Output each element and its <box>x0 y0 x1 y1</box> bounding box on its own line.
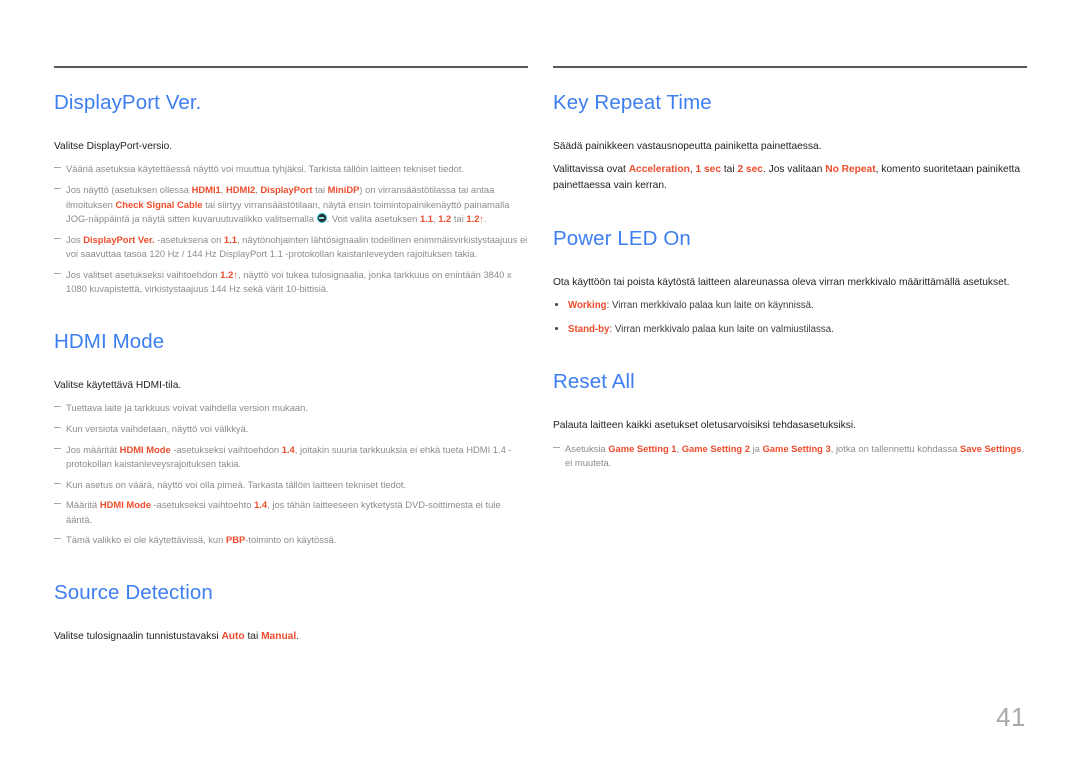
note-item: Jos valitset asetukseksi vaihtoehdon 1.2… <box>54 268 528 297</box>
section-lead: Palauta laitteen kaikki asetukset oletus… <box>553 419 856 431</box>
page-number: 41 <box>996 702 1026 732</box>
note-item: Määritä HDMI Mode -asetukseksi vaihtoeht… <box>54 498 528 527</box>
highlighted-term: 1.1 <box>223 233 237 245</box>
highlighted-term: MiniDP <box>327 183 360 195</box>
list-item: Stand-by: Virran merkkivalo palaa kun la… <box>553 322 1027 337</box>
bullet-list: Working: Virran merkkivalo palaa kun lai… <box>553 298 1027 337</box>
section-title-displayport-ver: DisplayPort Ver. <box>54 91 202 114</box>
note-item: Kun versiota vaihdetaan, näyttö voi välk… <box>54 422 528 437</box>
highlighted-term: Manual <box>261 630 297 642</box>
note-item: Jos näyttö (asetuksen ollessa HDMI1, HDM… <box>54 183 528 227</box>
highlighted-term: 2 sec <box>737 164 763 176</box>
note-item: Kun asetus on väärä, näyttö voi olla pim… <box>54 478 528 493</box>
section-lead: Valitse käytettävä HDMI-tila. <box>54 379 182 391</box>
highlighted-term: Auto <box>221 630 245 642</box>
highlighted-term: 1.2↑ <box>466 213 485 225</box>
left-column: DisplayPort Ver. Valitse DisplayPort-vers… <box>54 66 528 652</box>
highlighted-term: Working <box>568 300 607 312</box>
column-rule-right <box>553 66 1027 68</box>
highlighted-term: Game Setting 3 <box>762 442 831 454</box>
section-title-power-led-on: Power LED On <box>553 226 691 250</box>
highlighted-term: 1 sec <box>695 164 722 176</box>
highlighted-term: Save Settings <box>960 442 1022 454</box>
highlighted-term: HDMI Mode <box>99 499 151 511</box>
highlighted-term: HDMI Mode <box>119 443 171 455</box>
section-power-led-on: Power LED On Ota käyttöön tai poista käyt… <box>553 226 1027 337</box>
column-rule-left <box>54 66 528 68</box>
note-item: Tuettava laite ja tarkkuus voivat vaihde… <box>54 401 528 416</box>
highlighted-term: Acceleration <box>628 164 690 176</box>
section-lead: Ota käyttöön tai poista käytöstä laittee… <box>553 276 1010 288</box>
highlighted-term: HDMI1 <box>191 183 221 195</box>
section-lead: Säädä painikkeen vastausnopeutta painike… <box>553 140 822 152</box>
highlighted-term: DisplayPort <box>260 183 313 195</box>
section-paragraph: Valittavissa ovat Acceleration, 1 sec ta… <box>553 164 1021 192</box>
note-item: Asetuksia Game Setting 1, Game Setting 2… <box>553 442 1027 471</box>
highlighted-term: 1.2↑ <box>220 268 238 280</box>
note-list: Vääriä asetuksia käytettäessä näyttö voi… <box>54 162 528 297</box>
note-list: Tuettava laite ja tarkkuus voivat vaihde… <box>54 401 528 548</box>
note-item: Vääriä asetuksia käytettäessä näyttö voi… <box>54 162 528 177</box>
section-reset-all: Reset All Palauta laitteen kaikki asetuks… <box>553 371 1027 471</box>
section-title-key-repeat-time: Key Repeat Time <box>553 91 712 114</box>
section-key-repeat-time: Key Repeat Time Säädä painikkeen vastausn… <box>553 91 1027 194</box>
section-source-detection: Source Detection Valitse tulosignaalin tu… <box>54 580 528 644</box>
highlighted-term: 1.4 <box>281 443 295 455</box>
right-column: Key Repeat Time Säädä painikkeen vastausn… <box>553 66 1027 477</box>
section-lead: Valitse DisplayPort-versio. <box>54 140 173 152</box>
highlighted-term: 1.1 <box>419 213 433 225</box>
section-displayport-ver: DisplayPort Ver. Valitse DisplayPort-vers… <box>54 91 528 297</box>
section-title-hdmi-mode: HDMI Mode <box>54 329 165 353</box>
section-hdmi-mode: HDMI Mode Valitse käytettävä HDMI-tila. Tu… <box>54 329 528 548</box>
jog-button-icon <box>316 213 327 224</box>
section-title-reset-all: Reset All <box>553 370 635 394</box>
highlighted-term: Stand-by <box>568 324 610 336</box>
note-list: Asetuksia Game Setting 1, Game Setting 2… <box>553 442 1027 471</box>
highlighted-term: No Repeat <box>825 164 876 176</box>
highlighted-term: 1.2 <box>438 213 452 225</box>
highlighted-term: Check Signal Cable <box>115 198 203 210</box>
highlighted-term: 1.4 <box>254 499 268 511</box>
highlighted-term: DisplayPort Ver. <box>83 233 155 245</box>
highlighted-term: PBP <box>225 534 246 546</box>
note-item: Jos määrität HDMI Mode -asetukseksi vaih… <box>54 443 528 472</box>
note-item: Tämä valikko ei ole käytettävissä, kun P… <box>54 533 528 548</box>
highlighted-term: Game Setting 2 <box>681 442 750 454</box>
note-item: Jos DisplayPort Ver. -asetuksena on 1.1,… <box>54 233 528 262</box>
section-lead: Valitse tulosignaalin tunnistustavaksi A… <box>54 630 300 642</box>
highlighted-term: HDMI2 <box>225 183 256 195</box>
list-item: Working: Virran merkkivalo palaa kun lai… <box>553 298 1027 313</box>
section-title-source-detection: Source Detection <box>54 580 213 604</box>
highlighted-term: Game Setting 1 <box>608 442 677 454</box>
manual-page: DisplayPort Ver. Valitse DisplayPort-vers… <box>0 0 1080 763</box>
